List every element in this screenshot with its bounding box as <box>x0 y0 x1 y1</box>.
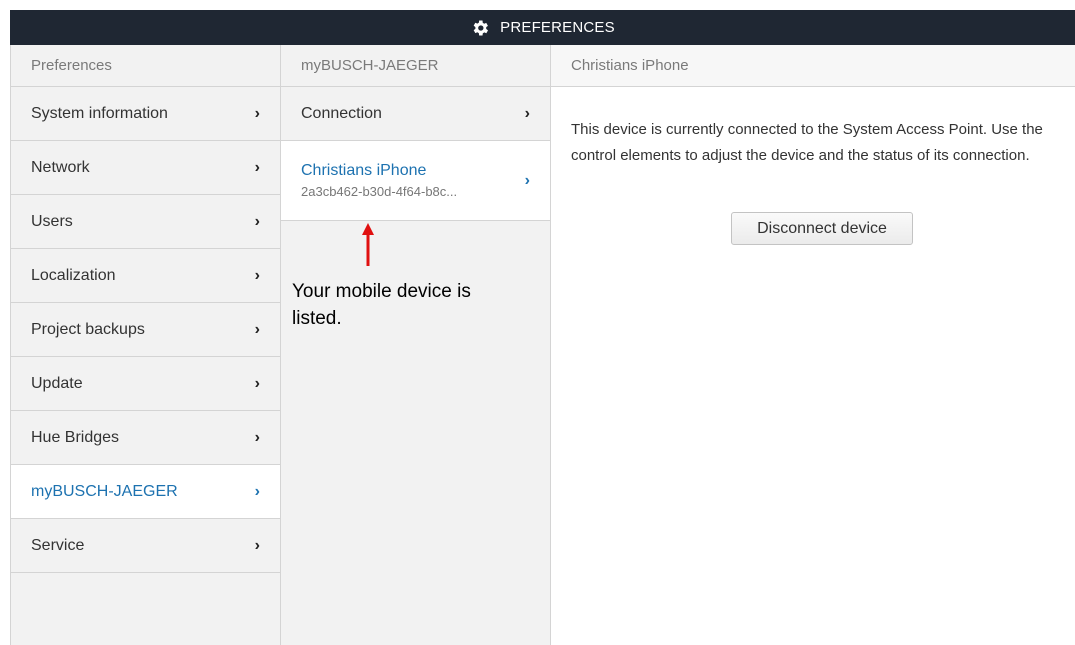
chevron-right-icon: › <box>524 171 530 189</box>
connection-label: Connection <box>301 104 382 122</box>
menu-item-network[interactable]: Network › <box>11 141 280 195</box>
menu-item-label: Localization <box>31 266 116 284</box>
preferences-panel: Preferences System information › Network… <box>10 45 281 645</box>
device-item[interactable]: Christians iPhone 2a3cb462-b30d-4f64-b8c… <box>281 141 550 221</box>
mybusch-jaeger-header: myBUSCH-JAEGER <box>281 45 550 87</box>
window-title-bar: PREFERENCES <box>10 10 1075 45</box>
menu-item-label: Project backups <box>31 320 145 338</box>
menu-item-localization[interactable]: Localization › <box>11 249 280 303</box>
menu-item-label: Update <box>31 374 83 392</box>
menu-item-label: Service <box>31 536 85 554</box>
device-detail-header: Christians iPhone <box>551 45 1075 87</box>
chevron-right-icon: › <box>254 266 260 284</box>
mybusch-jaeger-panel: myBUSCH-JAEGER Connection › Christians i… <box>281 45 551 645</box>
menu-item-users[interactable]: Users › <box>11 195 280 249</box>
chevron-right-icon: › <box>254 104 260 122</box>
chevron-right-icon: › <box>254 158 260 176</box>
menu-item-hue-bridges[interactable]: Hue Bridges › <box>11 411 280 465</box>
annotation-text: Your mobile device is listed. <box>292 281 471 329</box>
chevron-right-icon: › <box>254 482 260 500</box>
menu-item-system-information[interactable]: System information › <box>11 87 280 141</box>
device-status-description: This device is currently connected to th… <box>571 121 1043 164</box>
chevron-right-icon: › <box>254 536 260 554</box>
menu-item-label: myBUSCH-JAEGER <box>31 482 178 500</box>
menu-item-label: Network <box>31 158 90 176</box>
window-title: PREFERENCES <box>500 19 615 36</box>
chevron-right-icon: › <box>254 428 260 446</box>
chevron-right-icon: › <box>254 320 260 338</box>
menu-item-label: Users <box>31 212 73 230</box>
menu-item-service[interactable]: Service › <box>11 519 280 573</box>
gear-icon <box>473 20 489 35</box>
disconnect-device-button[interactable]: Disconnect device <box>731 212 913 245</box>
menu-item-project-backups[interactable]: Project backups › <box>11 303 280 357</box>
device-name: Christians iPhone <box>301 162 427 179</box>
menu-item-label: System information <box>31 104 168 122</box>
chevron-right-icon: › <box>254 374 260 392</box>
chevron-right-icon: › <box>254 212 260 230</box>
chevron-right-icon: › <box>524 104 530 122</box>
device-id: 2a3cb462-b30d-4f64-b8c... <box>301 184 458 199</box>
annotation-arrow-icon <box>362 223 374 266</box>
menu-item-mybusch-jaeger[interactable]: myBUSCH-JAEGER › <box>11 465 280 519</box>
connection-item[interactable]: Connection › <box>281 87 550 141</box>
menu-item-label: Hue Bridges <box>31 428 120 446</box>
menu-item-update[interactable]: Update › <box>11 357 280 411</box>
preferences-header: Preferences <box>11 45 280 87</box>
